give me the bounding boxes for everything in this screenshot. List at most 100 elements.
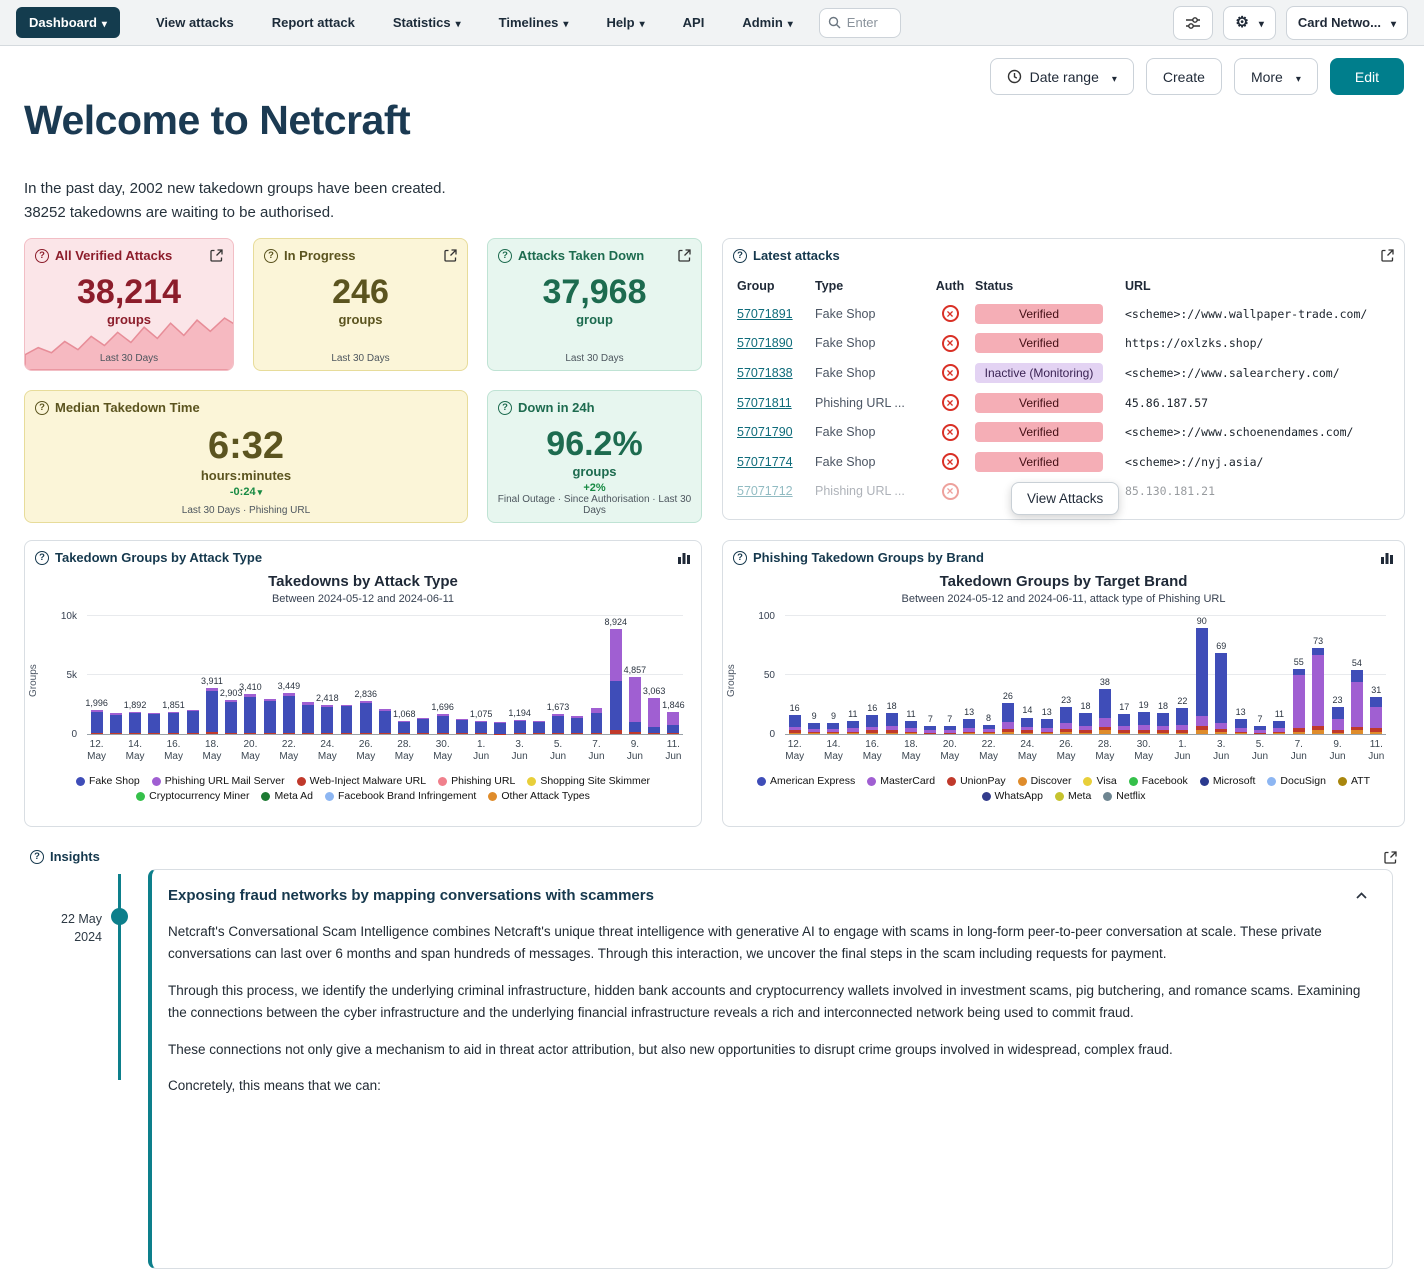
chart-bar[interactable]	[494, 722, 506, 734]
filter-settings-button[interactable]	[1173, 6, 1213, 40]
legend-item[interactable]: Meta	[1055, 790, 1091, 802]
attack-group-link[interactable]: 57071811	[737, 396, 792, 410]
chart-bar[interactable]	[1196, 628, 1208, 734]
chart-bar[interactable]	[552, 714, 564, 734]
chart-bar[interactable]	[398, 721, 410, 734]
chart-bar[interactable]	[283, 693, 295, 734]
chart-bar[interactable]	[244, 694, 256, 734]
external-link-icon[interactable]	[1381, 249, 1394, 262]
chart-bar[interactable]	[417, 718, 429, 735]
attack-group-link[interactable]: 57071712	[737, 484, 793, 498]
chart-bar[interactable]	[302, 702, 314, 734]
chart-bar[interactable]	[886, 713, 898, 734]
chart-bar[interactable]	[437, 714, 449, 734]
chart-bar[interactable]	[1293, 669, 1305, 734]
attack-group-link[interactable]: 57071891	[737, 307, 793, 321]
chart-bar[interactable]	[1079, 713, 1091, 734]
chart-bar[interactable]	[1157, 713, 1169, 734]
chart-bar[interactable]	[1332, 707, 1344, 734]
chart-bar[interactable]	[533, 721, 545, 734]
legend-item[interactable]: American Express	[757, 775, 855, 787]
legend-item[interactable]: WhatsApp	[982, 790, 1043, 802]
nav-item-admin[interactable]: Admin	[742, 15, 792, 30]
nav-item-dashboard[interactable]: Dashboard	[16, 7, 120, 38]
chart-bar[interactable]	[1060, 707, 1072, 734]
external-link-icon[interactable]	[678, 249, 691, 262]
chart-bar[interactable]	[1254, 726, 1266, 734]
legend-item[interactable]: Phishing URL	[438, 775, 515, 787]
chart-bar[interactable]	[321, 705, 333, 734]
external-link-icon[interactable]	[210, 249, 223, 262]
legend-item[interactable]: Cryptocurrency Miner	[136, 790, 249, 802]
chart-bar[interactable]	[514, 720, 526, 734]
help-icon[interactable]	[35, 551, 49, 565]
chart-bar[interactable]	[847, 721, 859, 734]
legend-item[interactable]: Facebook Brand Infringement	[325, 790, 476, 802]
chart-bar[interactable]	[1235, 719, 1247, 734]
attack-group-link[interactable]: 57071790	[737, 425, 793, 439]
create-button[interactable]: Create	[1146, 58, 1222, 95]
chart-bar[interactable]	[1041, 719, 1053, 734]
help-icon[interactable]	[264, 249, 278, 263]
legend-item[interactable]: Visa	[1083, 775, 1116, 787]
help-icon[interactable]	[733, 551, 747, 565]
help-icon[interactable]	[35, 401, 49, 415]
chart-bar[interactable]	[924, 726, 936, 734]
settings-menu-button[interactable]: ⚙	[1223, 6, 1275, 40]
legend-item[interactable]: Phishing URL Mail Server	[152, 775, 285, 787]
legend-item[interactable]: Web-Inject Malware URL	[297, 775, 427, 787]
attack-group-link[interactable]: 57071890	[737, 336, 793, 350]
legend-item[interactable]: Other Attack Types	[488, 790, 590, 802]
chart-bar[interactable]	[225, 700, 237, 734]
attack-group-link[interactable]: 57071774	[737, 455, 793, 469]
bar-chart-icon[interactable]	[1380, 552, 1394, 564]
help-icon[interactable]	[35, 249, 49, 263]
nav-item-help[interactable]: Help	[606, 15, 644, 30]
chart-bar[interactable]	[1002, 703, 1014, 734]
chart-bar[interactable]	[963, 719, 975, 734]
chart-bar[interactable]	[944, 726, 956, 734]
chart-bar[interactable]	[1099, 689, 1111, 734]
legend-item[interactable]: Discover	[1018, 775, 1072, 787]
help-icon[interactable]	[733, 249, 747, 263]
help-icon[interactable]	[498, 401, 512, 415]
nav-item-timelines[interactable]: Timelines	[499, 15, 569, 30]
chart-bar[interactable]	[264, 699, 276, 734]
chart-bar[interactable]	[648, 698, 660, 734]
chart-bar[interactable]	[1215, 653, 1227, 734]
search-input[interactable]	[845, 14, 891, 31]
legend-item[interactable]: UnionPay	[947, 775, 1006, 787]
nav-item-statistics[interactable]: Statistics	[393, 15, 461, 30]
nav-item-report-attack[interactable]: Report attack	[272, 15, 355, 30]
chart-bar[interactable]	[789, 715, 801, 734]
chart-bar[interactable]	[1138, 712, 1150, 734]
chart-bar[interactable]	[571, 716, 583, 734]
chart-bar[interactable]	[1118, 714, 1130, 734]
bar-chart-icon[interactable]	[677, 552, 691, 564]
legend-item[interactable]: Shopping Site Skimmer	[527, 775, 650, 787]
help-icon[interactable]	[30, 850, 44, 864]
chart-bar[interactable]	[983, 725, 995, 734]
chart-bar[interactable]	[667, 712, 679, 734]
legend-item[interactable]: Microsoft	[1200, 775, 1256, 787]
chart-bar[interactable]	[187, 710, 199, 734]
chart-bar[interactable]	[129, 712, 141, 734]
chart-bar[interactable]	[1312, 648, 1324, 734]
card-network-dropdown[interactable]: Card Netwo...	[1286, 6, 1408, 40]
help-icon[interactable]	[498, 249, 512, 263]
legend-item[interactable]: ATT	[1338, 775, 1370, 787]
chart-bar[interactable]	[456, 719, 468, 734]
chart-bar[interactable]	[866, 715, 878, 734]
edit-button[interactable]: Edit	[1330, 58, 1404, 95]
legend-item[interactable]: Netflix	[1103, 790, 1145, 802]
chart-bar[interactable]	[905, 721, 917, 734]
chart-bar[interactable]	[148, 713, 160, 734]
chart-bar[interactable]	[475, 721, 487, 734]
chart-bar[interactable]	[341, 705, 353, 734]
legend-item[interactable]: DocuSign	[1267, 775, 1326, 787]
date-range-button[interactable]: Date range	[990, 58, 1134, 95]
chart-bar[interactable]	[168, 712, 180, 734]
chart-bar[interactable]	[379, 709, 391, 734]
view-attacks-button[interactable]: View Attacks	[1011, 482, 1119, 515]
chart-bar[interactable]	[360, 701, 372, 734]
